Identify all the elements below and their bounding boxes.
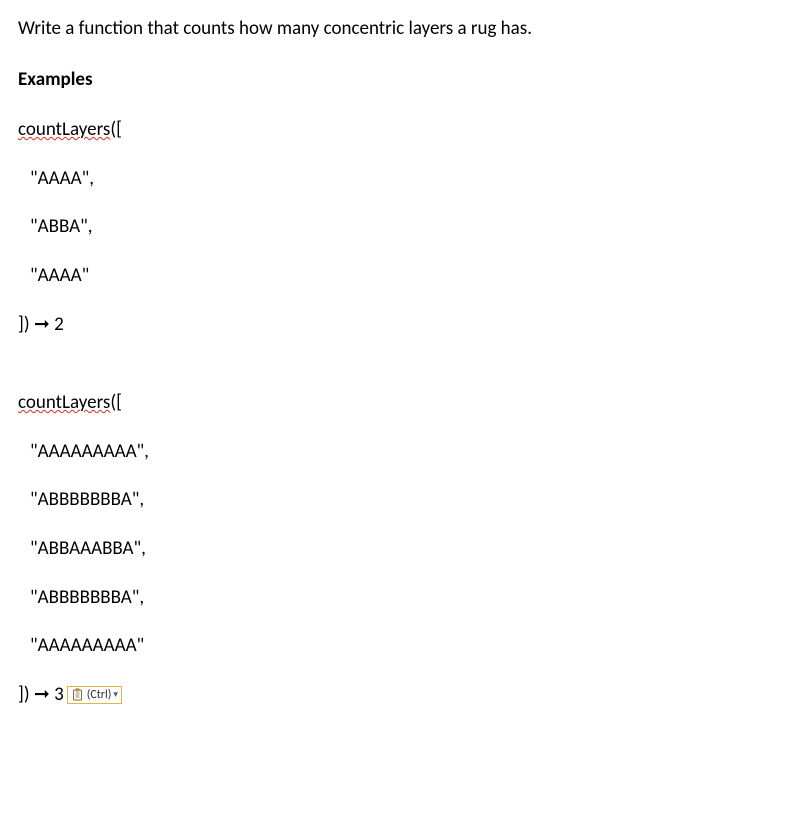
chevron-down-icon: ▾ bbox=[113, 689, 118, 702]
example2-call-open: countLayers([ bbox=[18, 390, 780, 417]
example2-arg: "ABBAAABBA", bbox=[18, 536, 780, 563]
example1-arg: "AAAA" bbox=[18, 263, 780, 290]
function-name: countLayers bbox=[18, 118, 110, 141]
clipboard-icon bbox=[71, 688, 85, 702]
example2-arg: "ABBBBBBBA", bbox=[18, 487, 780, 514]
paste-label: (Ctrl) bbox=[87, 687, 112, 704]
example2-arg: "AAAAAAAAA" bbox=[18, 633, 780, 660]
example2-result: ]) ➞ 3 bbox=[18, 682, 64, 709]
examples-heading: Examples bbox=[18, 67, 780, 94]
example2-arg: "AAAAAAAAA", bbox=[18, 439, 780, 466]
paste-options-widget[interactable]: (Ctrl) ▾ bbox=[67, 686, 122, 704]
open-bracket: ([ bbox=[110, 118, 122, 141]
example1-result: ]) ➞ 2 bbox=[18, 312, 780, 339]
example1-call-open: countLayers([ bbox=[18, 117, 780, 144]
open-bracket: ([ bbox=[110, 391, 122, 414]
example2-result-row: ]) ➞ 3 (Ctrl) ▾ bbox=[18, 682, 780, 709]
function-name: countLayers bbox=[18, 391, 110, 414]
example1-arg: "ABBA", bbox=[18, 214, 780, 241]
example2-arg: "ABBBBBBBA", bbox=[18, 585, 780, 612]
intro-text: Write a function that counts how many co… bbox=[18, 16, 780, 43]
example1-arg: "AAAA", bbox=[18, 166, 780, 193]
